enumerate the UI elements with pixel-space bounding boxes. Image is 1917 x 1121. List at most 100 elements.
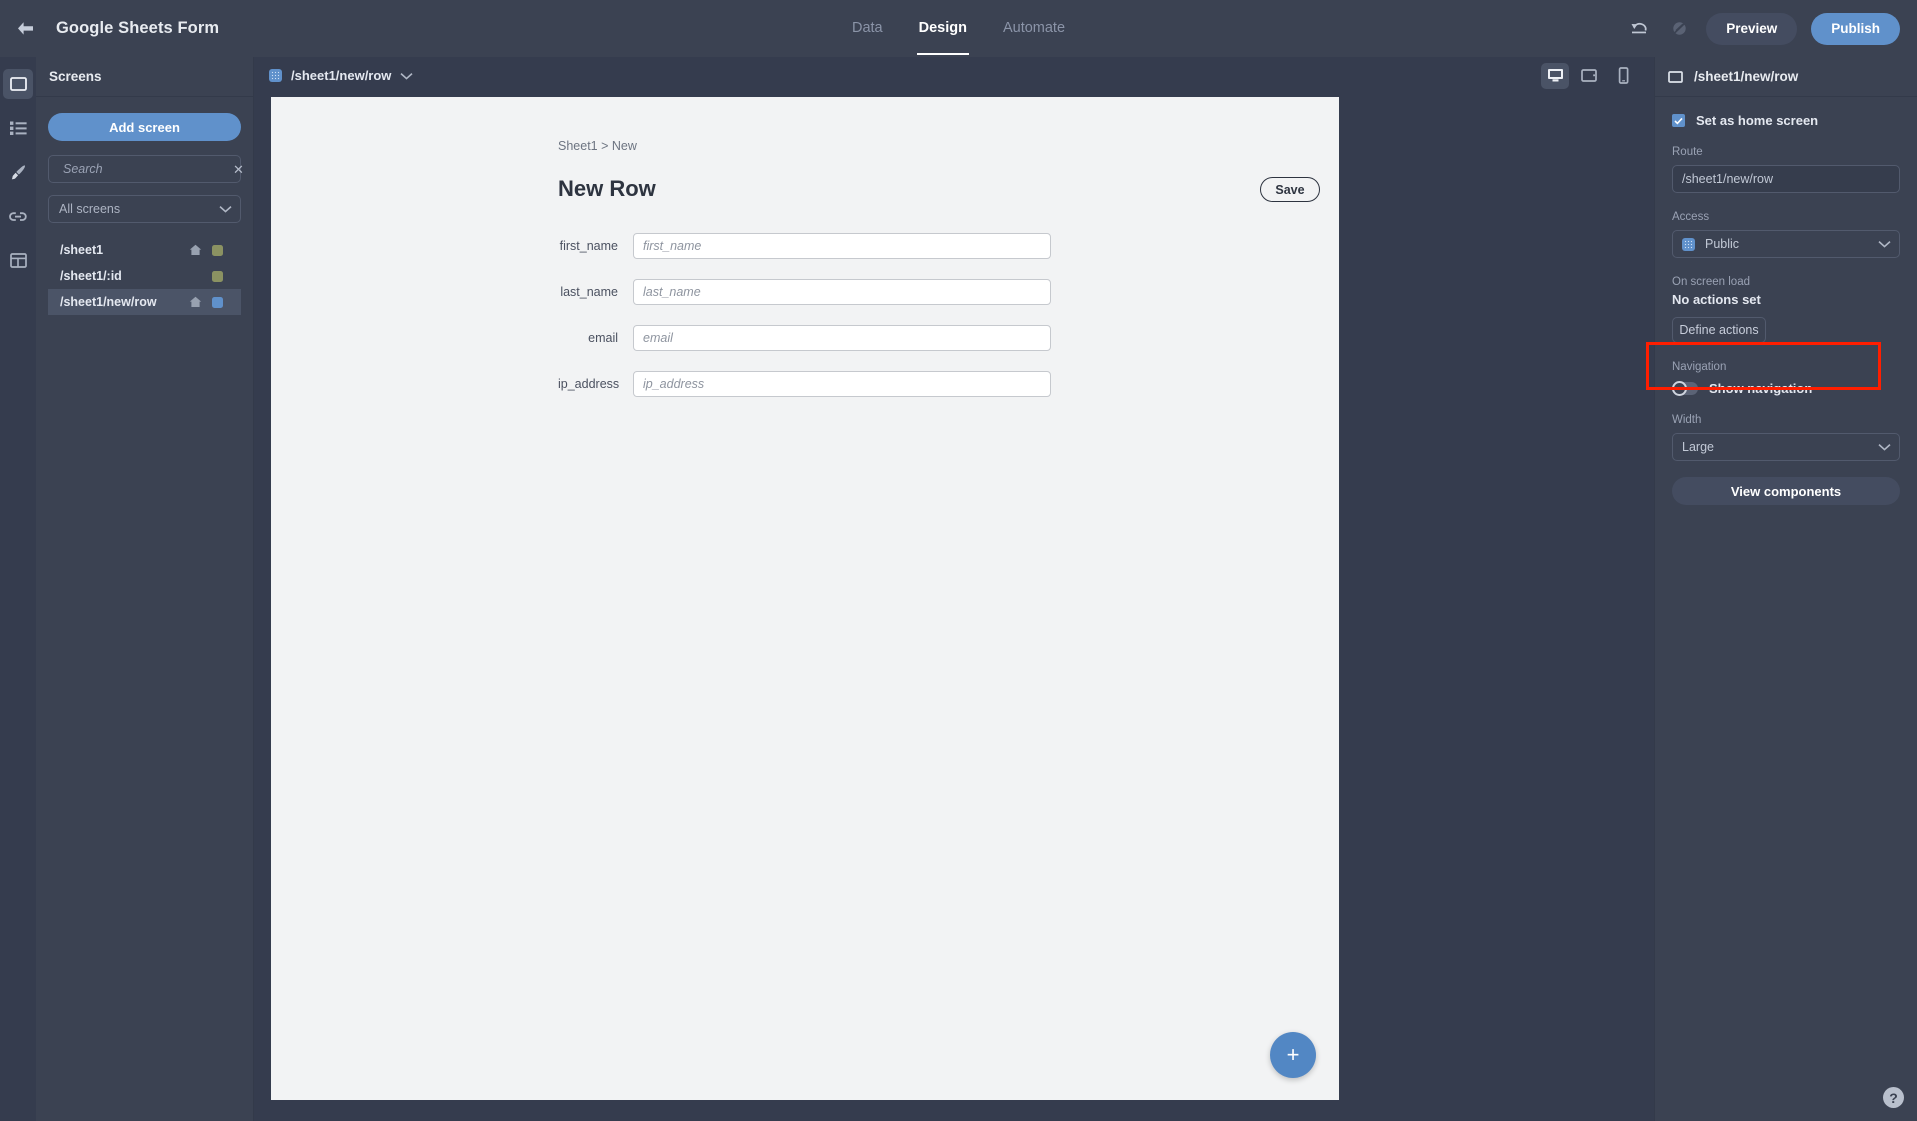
canvas-area: /sheet1/new/row Sheet1 > New New Row Sav… (254, 57, 1654, 1121)
navigation-label: Navigation (1672, 361, 1727, 373)
rail-item-data[interactable] (3, 245, 33, 275)
tablet-icon (1580, 69, 1597, 82)
status-badge (212, 244, 223, 256)
screen-route-label: /sheet1/:id (60, 269, 122, 283)
last-name-input[interactable] (633, 279, 1051, 305)
canvas-toolbar: /sheet1/new/row (254, 57, 1654, 94)
table-icon (9, 252, 27, 268)
home-icon (189, 296, 202, 307)
screen-icon (1668, 70, 1683, 83)
rail-item-links[interactable] (3, 201, 33, 231)
toggle-knob (1672, 380, 1687, 396)
rail-item-theme[interactable] (3, 157, 33, 187)
screens-filter-value: All screens (59, 202, 121, 216)
show-navigation-label: Show navigation (1709, 381, 1813, 396)
help-icon[interactable]: ? (1883, 1087, 1904, 1108)
home-icon (189, 244, 202, 255)
list-item[interactable]: /sheet1/new/row (48, 289, 241, 315)
ip-address-input[interactable] (633, 371, 1051, 397)
route-input[interactable]: /sheet1/new/row (1672, 165, 1900, 193)
first-name-input[interactable] (633, 233, 1051, 259)
new-row-form: first_name last_name email ip_address (558, 223, 1051, 407)
list-icon (9, 121, 27, 135)
field-label: ip_address (558, 377, 620, 391)
form-field-ip-address: ip_address (558, 361, 1051, 407)
tablet-preview-button[interactable] (1575, 63, 1603, 89)
add-screen-button[interactable]: Add screen (48, 113, 241, 141)
device-preview-toggles (1541, 62, 1637, 89)
top-bar-actions: Preview Publish (1626, 0, 1900, 57)
close-icon[interactable]: ✕ (233, 163, 244, 176)
rail-item-components[interactable] (3, 113, 33, 143)
redo-disabled-button[interactable] (1666, 16, 1692, 42)
screen-list: /sheet1 /sheet1/:id /sheet1/new/row (48, 237, 241, 315)
on-screen-load-status: No actions set (1672, 292, 1761, 307)
mobile-icon (1618, 67, 1628, 84)
link-icon (9, 211, 27, 221)
screen-settings-panel: /sheet1/new/row Set as home screen Route… (1646, 57, 1917, 1121)
chevron-down-icon (1878, 444, 1891, 451)
field-label: last_name (560, 285, 618, 299)
width-select[interactable]: Large (1672, 433, 1900, 461)
undo-button[interactable] (1626, 16, 1652, 42)
screens-search[interactable]: ✕ (48, 155, 244, 183)
screen-settings-header: /sheet1/new/row (1655, 57, 1917, 97)
rail-item-screens[interactable] (3, 69, 33, 99)
screen-icon (9, 77, 27, 91)
on-screen-load-label: On screen load (1672, 276, 1750, 288)
top-bar: Google Sheets Form Data Design Automate … (0, 0, 1917, 57)
canvas-route-label: /sheet1/new/row (291, 68, 392, 83)
access-select[interactable]: Public (1672, 230, 1900, 258)
form-field-first-name: first_name (558, 223, 1051, 269)
desktop-preview-button[interactable] (1541, 62, 1569, 89)
tab-data[interactable]: Data (850, 2, 885, 55)
preview-button[interactable]: Preview (1706, 12, 1798, 45)
screens-panel: Screens Add screen ✕ All screens /sheet1 (36, 57, 254, 1121)
field-label: first_name (559, 239, 618, 253)
screen-settings-title: /sheet1/new/row (1694, 69, 1799, 84)
form-field-email: email (558, 315, 1051, 361)
access-value: Public (1705, 237, 1740, 251)
breadcrumb[interactable]: Sheet1 > New (558, 139, 637, 153)
tab-automate[interactable]: Automate (1001, 2, 1067, 55)
checkbox-checked-icon[interactable] (1672, 114, 1685, 127)
screens-panel-title: Screens (36, 57, 253, 97)
status-badge (212, 270, 223, 282)
width-label: Width (1672, 414, 1702, 426)
access-label: Access (1672, 211, 1710, 223)
width-value: Large (1682, 440, 1714, 454)
list-item[interactable]: /sheet1/:id (48, 263, 241, 289)
save-button[interactable]: Save (1260, 177, 1320, 202)
list-item[interactable]: /sheet1 (48, 237, 241, 263)
search-input[interactable] (63, 162, 226, 176)
set-home-screen-label: Set as home screen (1696, 113, 1819, 128)
desktop-icon (1547, 69, 1563, 82)
define-actions-button[interactable]: Define actions (1672, 317, 1766, 343)
left-icon-rail (0, 57, 36, 1121)
add-component-fab[interactable]: + (1270, 1032, 1316, 1078)
chevron-down-icon (219, 206, 232, 213)
screen-settings-body: Set as home screen Route /sheet1/new/row… (1646, 97, 1917, 505)
undo-icon (1631, 22, 1647, 34)
screen-route-label: /sheet1 (60, 243, 104, 257)
screens-filter-select[interactable]: All screens (48, 195, 241, 223)
tab-design[interactable]: Design (916, 2, 970, 55)
brush-icon (11, 164, 25, 179)
chevron-down-icon (1878, 241, 1891, 248)
status-badge (212, 296, 223, 308)
email-input[interactable] (633, 325, 1051, 351)
view-components-button[interactable]: View components (1672, 477, 1900, 505)
dotted-square-icon (1682, 237, 1695, 251)
show-navigation-toggle[interactable] (1672, 380, 1698, 396)
page-title: New Row (558, 176, 656, 201)
mobile-preview-button[interactable] (1609, 63, 1637, 89)
dotted-square-icon (269, 69, 282, 82)
show-navigation-row[interactable]: Show navigation (1672, 380, 1900, 396)
publish-button[interactable]: Publish (1811, 12, 1900, 45)
canvas-route-selector[interactable]: /sheet1/new/row (269, 68, 413, 83)
set-home-screen-row[interactable]: Set as home screen (1672, 113, 1900, 128)
chevron-down-icon (400, 72, 413, 80)
screen-route-label: /sheet1/new/row (60, 295, 157, 309)
app-preview-frame: Sheet1 > New New Row Save first_name las… (271, 97, 1339, 1100)
route-label: Route (1672, 146, 1703, 158)
